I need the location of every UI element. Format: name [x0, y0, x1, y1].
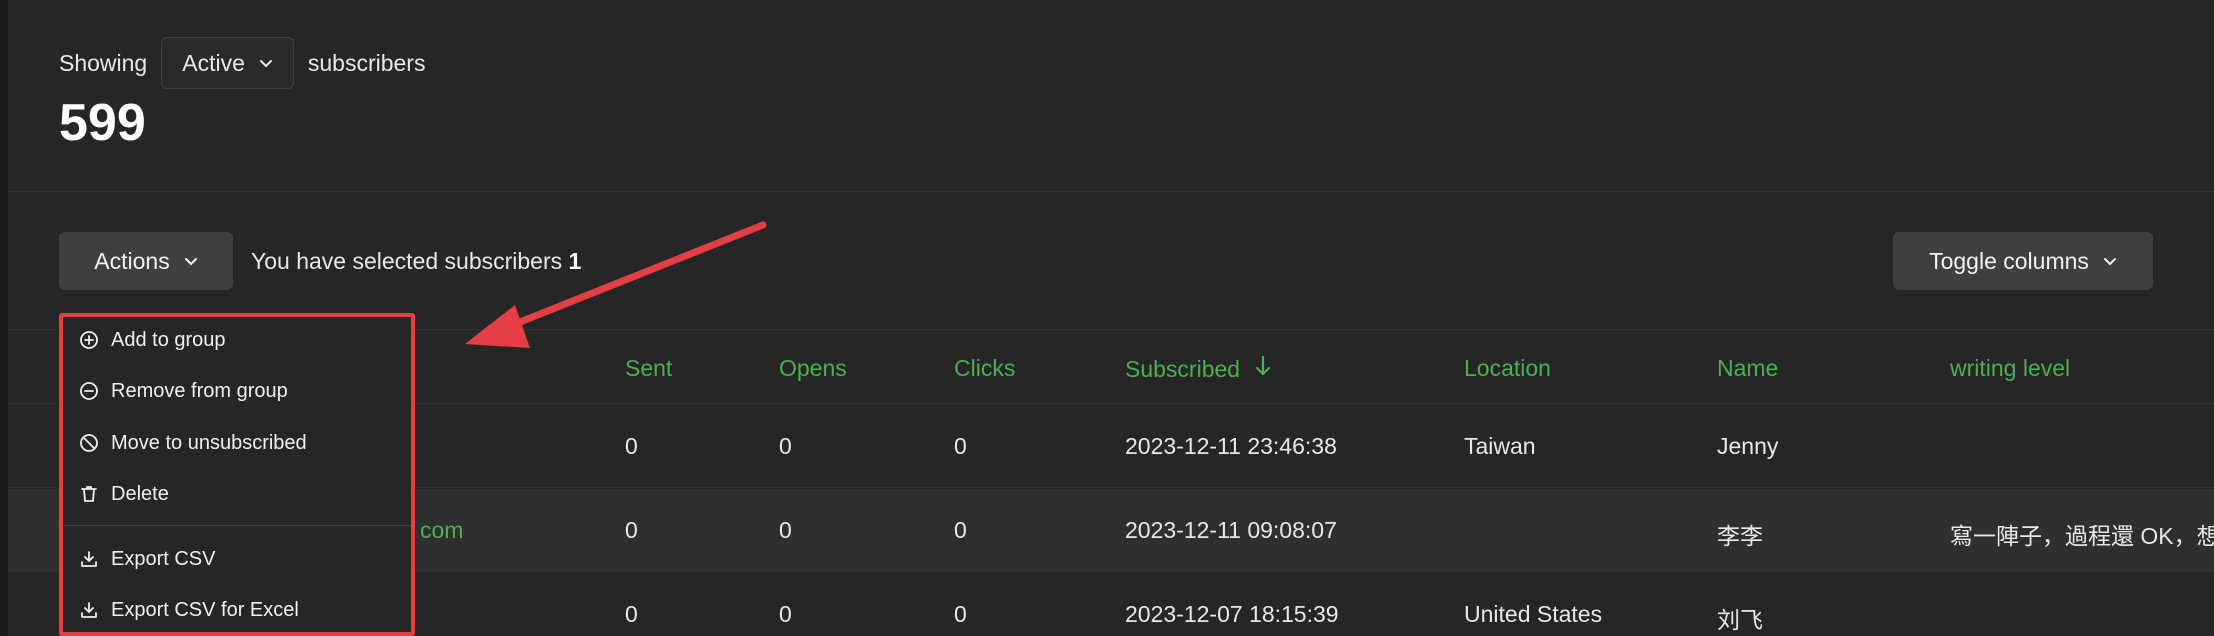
status-filter-select[interactable]: Active [161, 37, 294, 89]
cell-location: United States [1464, 601, 1603, 627]
menu-item-remove-from-group[interactable]: Remove from group [79, 376, 288, 406]
chevron-down-icon [184, 254, 198, 268]
menu-item-label: Move to unsubscribed [111, 431, 307, 454]
download-icon [79, 600, 99, 620]
menu-item-label: Export CSV [111, 547, 216, 570]
actions-button[interactable]: Actions [59, 232, 233, 290]
toggle-columns-label: Toggle columns [1929, 247, 2089, 274]
column-header-location[interactable]: Location [1464, 355, 1551, 382]
minus-circle-icon [79, 381, 99, 401]
cell-sent: 0 [625, 433, 638, 459]
cell-writing-level: 寫一陣子，過程還 OK，想 [1950, 523, 2214, 549]
selection-status-text: You have selected subscribers [251, 248, 563, 274]
chevron-down-icon [259, 56, 273, 70]
showing-prefix: Showing [59, 49, 148, 76]
column-header-label: Opens [779, 355, 847, 381]
cell-email[interactable]: com [420, 517, 463, 544]
cell-subscribed: 2023-12-11 23:46:38 [1125, 433, 1337, 459]
cell-subscribed: 2023-12-07 18:15:39 [1125, 601, 1339, 627]
column-header-sent[interactable]: Sent [625, 355, 672, 382]
selection-status: You have selected subscribers 1 [251, 248, 581, 275]
trash-icon [79, 484, 99, 504]
cell-name: Jenny [1717, 433, 1779, 459]
column-header-label: Sent [625, 355, 673, 381]
cell-sent: 0 [625, 601, 638, 627]
menu-item-delete[interactable]: Delete [79, 479, 169, 509]
cell-subscribed: 2023-12-11 09:08:07 [1125, 517, 1337, 543]
menu-item-label: Delete [111, 482, 169, 505]
cell-name: 李李 [1717, 523, 1763, 549]
column-header-clicks[interactable]: Clicks [954, 355, 1015, 382]
chevron-down-icon [2103, 254, 2117, 268]
column-header-subscribed[interactable]: Subscribed [1125, 355, 1272, 383]
cell-sent: 0 [625, 517, 638, 543]
actions-button-label: Actions [94, 247, 170, 274]
menu-item-export-csv[interactable]: Export CSV [79, 544, 215, 574]
cell-clicks: 0 [954, 433, 967, 459]
table-toolbar: Actions You have selected subscribers 1 … [8, 192, 2214, 330]
menu-item-move-to-unsubscribed[interactable]: Move to unsubscribed [79, 428, 307, 458]
cell-clicks: 0 [954, 517, 967, 543]
showing-suffix: subscribers [307, 49, 426, 76]
menu-item-label: Add to group [111, 328, 226, 351]
cell-opens: 0 [779, 517, 792, 543]
toggle-columns-button[interactable]: Toggle columns [1893, 232, 2153, 290]
ban-icon [79, 433, 99, 453]
status-filter-value: Active [182, 49, 245, 76]
cell-opens: 0 [779, 601, 792, 627]
column-header-label: Clicks [954, 355, 1016, 381]
selection-count: 1 [568, 248, 582, 274]
menu-item-label: Remove from group [111, 379, 288, 402]
cell-opens: 0 [779, 433, 792, 459]
cell-location: Taiwan [1464, 433, 1536, 459]
cell-name: 刘飞 [1717, 607, 1763, 633]
column-header-label: Location [1464, 355, 1551, 381]
column-header-label: writing level [1950, 355, 2071, 381]
column-header-opens[interactable]: Opens [779, 355, 847, 382]
menu-item-label: Export CSV for Excel [111, 598, 299, 621]
actions-dropdown-menu: Add to group Remove from group Move to u… [59, 313, 415, 636]
menu-item-export-csv-excel[interactable]: Export CSV for Excel [79, 595, 299, 625]
menu-item-add-to-group[interactable]: Add to group [79, 325, 226, 355]
plus-circle-icon [79, 330, 99, 350]
download-icon [79, 549, 99, 569]
column-header-label: Name [1717, 355, 1779, 381]
menu-divider [63, 525, 411, 526]
sort-descending-icon [1254, 355, 1272, 383]
column-header-label: Subscribed [1125, 355, 1241, 382]
column-header-name[interactable]: Name [1717, 355, 1778, 382]
cell-clicks: 0 [954, 601, 967, 627]
showing-filter-row: Showing Active subscribers [59, 37, 425, 89]
subscribers-header: Showing Active subscribers 599 [8, 0, 2214, 192]
subscriber-count: 599 [59, 94, 146, 152]
column-header-writing-level[interactable]: writing level [1950, 355, 2070, 382]
